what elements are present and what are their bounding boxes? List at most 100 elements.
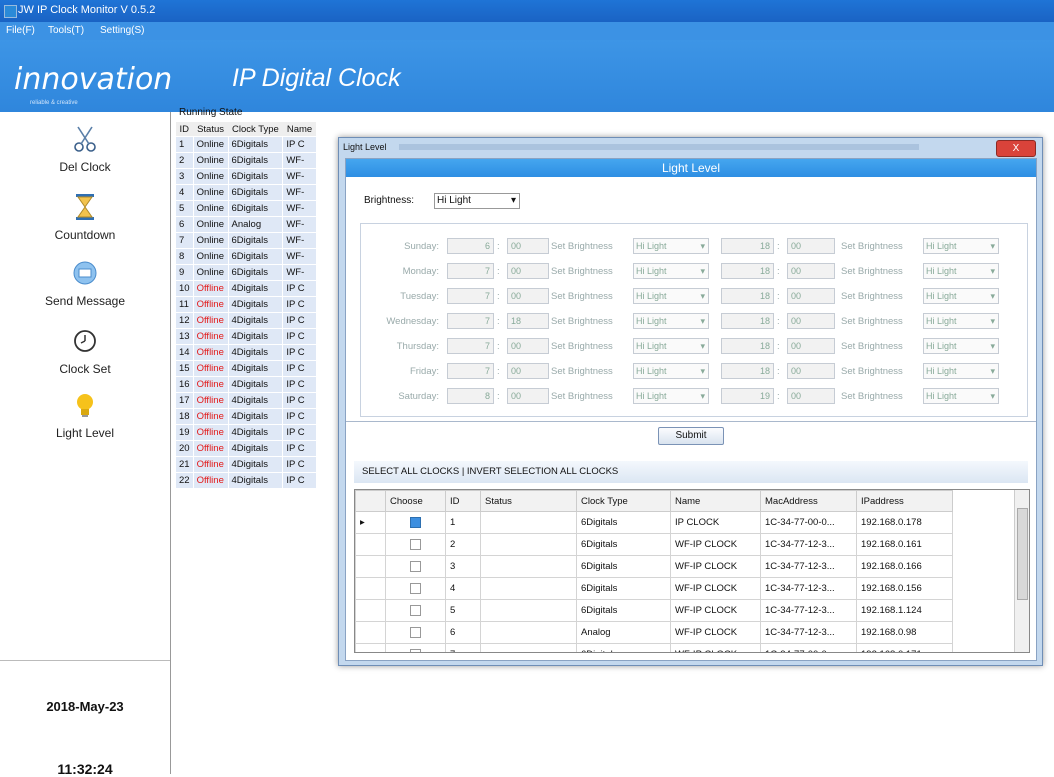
table-row[interactable]: 17 Offline 4Digitals IP C xyxy=(175,392,317,409)
column-header[interactable]: Clock Type xyxy=(228,122,283,137)
start-hour-input[interactable]: 7 xyxy=(447,288,494,304)
choose-checkbox[interactable] xyxy=(409,604,421,616)
start-hour-input[interactable]: 6 xyxy=(447,238,494,254)
end-hour-input[interactable]: 18 xyxy=(721,338,774,354)
column-header[interactable]: Status xyxy=(480,490,577,512)
table-row[interactable]: 21 Offline 4Digitals IP C xyxy=(175,456,317,473)
table-row[interactable]: 14 Offline 4Digitals IP C xyxy=(175,344,317,361)
start-brightness-select[interactable]: Hi Light ▾ xyxy=(633,288,709,304)
start-minute-input[interactable]: 00 xyxy=(507,338,549,354)
start-hour-input[interactable]: 7 xyxy=(447,263,494,279)
end-hour-input[interactable]: 18 xyxy=(721,313,774,329)
sidebar-item-light-level[interactable]: Light Level xyxy=(0,390,170,440)
end-brightness-select[interactable]: Hi Light ▾ xyxy=(923,288,999,304)
column-header[interactable]: Status xyxy=(193,122,229,137)
end-minute-input[interactable]: 00 xyxy=(787,238,835,254)
start-hour-input[interactable]: 7 xyxy=(447,313,494,329)
select-all-clocks-link[interactable]: SELECT ALL CLOCKS xyxy=(362,466,459,477)
table-row[interactable]: 3 6Digitals WF-IP CLOCK 1C-34-77-12-3... 192… xyxy=(355,555,953,578)
column-header[interactable]: Clock Type xyxy=(576,490,671,512)
table-row[interactable]: 2 Online 6Digitals WF- xyxy=(175,152,317,169)
table-row[interactable]: 4 6Digitals WF-IP CLOCK 1C-34-77-12-3... 192… xyxy=(355,577,953,600)
table-row[interactable]: 15 Offline 4Digitals IP C xyxy=(175,360,317,377)
scrollbar-thumb[interactable] xyxy=(1017,508,1028,600)
sidebar-item-clock-set[interactable]: Clock Set xyxy=(0,326,170,376)
end-minute-input[interactable]: 00 xyxy=(787,288,835,304)
choose-checkbox[interactable] xyxy=(409,648,421,652)
table-row[interactable]: 13 Offline 4Digitals IP C xyxy=(175,328,317,345)
end-brightness-select[interactable]: Hi Light ▾ xyxy=(923,238,999,254)
end-hour-input[interactable]: 19 xyxy=(721,388,774,404)
start-minute-input[interactable]: 00 xyxy=(507,388,549,404)
table-row[interactable]: 7 6DigitalsWF-IP CLOCK1C-34-77-00-0...192… xyxy=(355,643,953,652)
start-minute-input[interactable]: 18 xyxy=(507,313,549,329)
column-header[interactable]: Name xyxy=(282,122,317,137)
start-brightness-select[interactable]: Hi Light ▾ xyxy=(633,263,709,279)
choose-checkbox[interactable] xyxy=(409,626,421,638)
end-hour-input[interactable]: 18 xyxy=(721,288,774,304)
table-row[interactable]: 12 Offline 4Digitals IP C xyxy=(175,312,317,329)
column-header[interactable]: MacAddress xyxy=(760,490,857,512)
sidebar-item-send-message[interactable]: Send Message xyxy=(0,258,170,308)
choose-checkbox[interactable] xyxy=(409,516,421,528)
end-hour-input[interactable]: 18 xyxy=(721,363,774,379)
table-row[interactable]: 18 Offline 4Digitals IP C xyxy=(175,408,317,425)
end-minute-input[interactable]: 00 xyxy=(787,313,835,329)
start-hour-input[interactable]: 7 xyxy=(447,338,494,354)
menu-file[interactable]: File(F) xyxy=(6,25,35,36)
end-brightness-select[interactable]: Hi Light ▾ xyxy=(923,313,999,329)
table-row[interactable]: 5 6Digitals WF-IP CLOCK 1C-34-77-12-3... 192… xyxy=(355,599,953,622)
end-brightness-select[interactable]: Hi Light ▾ xyxy=(923,363,999,379)
table-row[interactable]: 5 Online 6Digitals WF- xyxy=(175,200,317,217)
start-minute-input[interactable]: 00 xyxy=(507,363,549,379)
end-brightness-select[interactable]: Hi Light ▾ xyxy=(923,338,999,354)
menu-setting[interactable]: Setting(S) xyxy=(100,25,144,36)
table-row[interactable]: 20 Offline 4Digitals IP C xyxy=(175,440,317,457)
table-row[interactable]: 1 Online 6Digitals IP C xyxy=(175,136,317,153)
table-row[interactable]: 19 Offline 4Digitals IP C xyxy=(175,424,317,441)
table-row[interactable]: 6 Analog WF-IP CLOCK 1C-34-77-12-3... 192.16… xyxy=(355,621,953,644)
start-minute-input[interactable]: 00 xyxy=(507,263,549,279)
start-hour-input[interactable]: 7 xyxy=(447,363,494,379)
table-row[interactable]: 8 Online 6Digitals WF- xyxy=(175,248,317,265)
vertical-scrollbar[interactable] xyxy=(1014,490,1029,652)
table-row[interactable]: 4 Online 6Digitals WF- xyxy=(175,184,317,201)
column-header[interactable]: Choose xyxy=(385,490,446,512)
table-row[interactable]: 7 Online 6Digitals WF- xyxy=(175,232,317,249)
start-brightness-select[interactable]: Hi Light ▾ xyxy=(633,313,709,329)
end-brightness-select[interactable]: Hi Light ▾ xyxy=(923,263,999,279)
table-row[interactable]: 6 Online Analog WF- xyxy=(175,216,317,233)
end-minute-input[interactable]: 00 xyxy=(787,263,835,279)
start-brightness-select[interactable]: Hi Light ▾ xyxy=(633,363,709,379)
table-row[interactable]: 2 6Digitals WF-IP CLOCK 1C-34-77-12-3... 192… xyxy=(355,533,953,556)
start-minute-input[interactable]: 00 xyxy=(507,238,549,254)
table-row[interactable]: 11 Offline 4Digitals IP C xyxy=(175,296,317,313)
choose-checkbox[interactable] xyxy=(409,560,421,572)
start-brightness-select[interactable]: Hi Light ▾ xyxy=(633,338,709,354)
end-hour-input[interactable]: 18 xyxy=(721,263,774,279)
sidebar-item-countdown[interactable]: Countdown xyxy=(0,192,170,242)
brightness-select[interactable]: Hi Light ▾ xyxy=(434,193,520,209)
sidebar-item-del-clock[interactable]: Del Clock xyxy=(0,124,170,174)
table-row[interactable]: 9 Online 6Digitals WF- xyxy=(175,264,317,281)
menu-tools[interactable]: Tools(T) xyxy=(48,25,84,36)
start-minute-input[interactable]: 00 xyxy=(507,288,549,304)
table-row[interactable]: ▸ 1 6Digitals IP CLOCK 1C-34-77-00-0... 192.1… xyxy=(355,511,953,534)
column-header[interactable]: Name xyxy=(670,490,761,512)
start-brightness-select[interactable]: Hi Light ▾ xyxy=(633,388,709,404)
column-header[interactable]: IPaddress xyxy=(856,490,953,512)
start-hour-input[interactable]: 8 xyxy=(447,388,494,404)
column-header[interactable]: ID xyxy=(175,122,194,137)
end-minute-input[interactable]: 00 xyxy=(787,338,835,354)
invert-selection-link[interactable]: INVERT SELECTION ALL CLOCKS xyxy=(467,466,618,477)
choose-checkbox[interactable] xyxy=(409,538,421,550)
start-brightness-select[interactable]: Hi Light ▾ xyxy=(633,238,709,254)
table-row[interactable]: 16 Offline 4Digitals IP C xyxy=(175,376,317,393)
table-row[interactable]: 3 Online 6Digitals WF- xyxy=(175,168,317,185)
end-brightness-select[interactable]: Hi Light ▾ xyxy=(923,388,999,404)
choose-checkbox[interactable] xyxy=(409,582,421,594)
table-row[interactable]: 10 Offline 4Digitals IP C xyxy=(175,280,317,297)
end-minute-input[interactable]: 00 xyxy=(787,388,835,404)
end-minute-input[interactable]: 00 xyxy=(787,363,835,379)
submit-button[interactable]: Submit xyxy=(658,427,724,445)
